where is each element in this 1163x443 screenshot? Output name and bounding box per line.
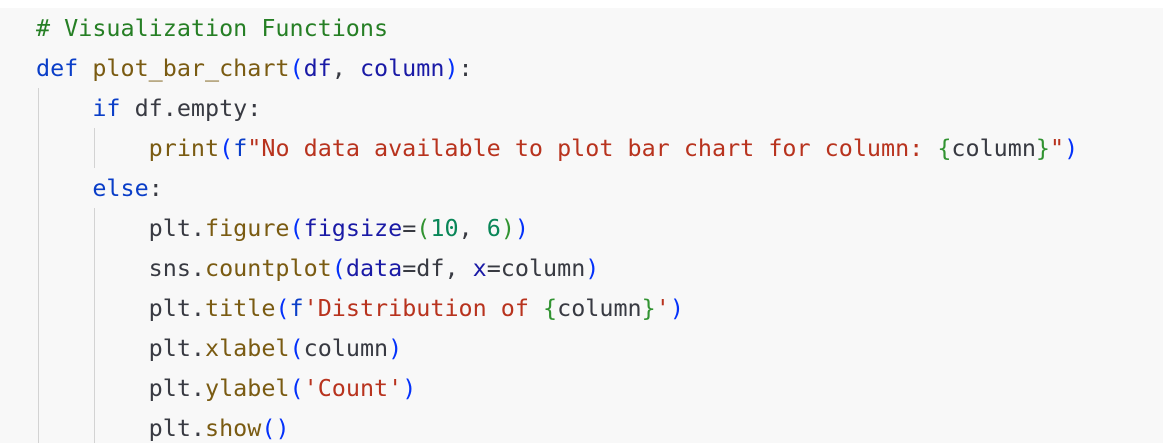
code-token: : [148, 174, 163, 202]
code-token: ) [514, 214, 529, 242]
code-token: ( [289, 214, 304, 242]
code-token: : [458, 54, 473, 82]
code-token: show [205, 414, 262, 442]
code-token: print [148, 134, 220, 162]
code-token: "No data available to plot bar chart for… [247, 134, 938, 162]
code-token: data [345, 254, 403, 282]
code-token: df.empty: [134, 94, 262, 122]
code-line-2: def plot_bar_chart(df, column): [36, 48, 473, 88]
code-token: ) [402, 374, 417, 402]
code-token: ( [289, 54, 304, 82]
code-token: ) [1064, 134, 1079, 162]
code-token: " [1050, 134, 1065, 162]
code-token: sns. [148, 254, 206, 282]
code-token: plt. [148, 414, 206, 442]
code-token: ) [275, 414, 290, 442]
code-token: ) [669, 294, 684, 322]
code-token: countplot [205, 254, 332, 282]
code-block[interactable]: # Visualization Functions def plot_bar_c… [0, 0, 1163, 443]
code-token: ( [416, 214, 431, 242]
code-token: ( [289, 374, 304, 402]
code-token: =column [486, 254, 586, 282]
top-strip [0, 0, 1163, 8]
code-token: else [92, 174, 149, 202]
code-token: } [1035, 134, 1051, 162]
code-token: f [233, 134, 248, 162]
code-token: x [472, 254, 487, 282]
code-line-7: sns.countplot(data=df, x=column) [36, 248, 600, 288]
code-token: ) [388, 334, 403, 362]
code-token: 6 [486, 214, 501, 242]
code-token: ) [585, 254, 600, 282]
code-token: df [303, 54, 332, 82]
code-token: =df, [402, 254, 473, 282]
code-token: } [641, 294, 656, 322]
code-token: column [303, 334, 389, 362]
code-token: plt. [148, 374, 206, 402]
code-token: column [359, 54, 445, 82]
code-token: def [36, 54, 93, 82]
code-token: ( [219, 134, 234, 162]
code-line-5: else: [36, 168, 163, 208]
code-line-11: plt.show() [36, 408, 290, 443]
code-token: f [289, 294, 304, 322]
code-token: plot_bar_chart [92, 54, 290, 82]
code-token: ylabel [205, 374, 290, 402]
code-token: # Visualization Functions [36, 14, 389, 42]
code-line-10: plt.ylabel('Count') [36, 368, 417, 408]
code-line-1: # Visualization Functions [36, 8, 388, 48]
code-token: { [543, 294, 558, 322]
code-token: ) [500, 214, 515, 242]
code-token: title [205, 294, 276, 322]
code-line-3: if df.empty: [36, 88, 261, 128]
code-token: figsize [303, 214, 403, 242]
code-token: 'Count' [303, 374, 403, 402]
code-line-4: print(f"No data available to plot bar ch… [36, 128, 1079, 168]
code-token: plt. [148, 294, 206, 322]
code-token: column [557, 294, 642, 322]
code-line-8: plt.title(f'Distribution of {column}') [36, 288, 684, 328]
code-line-9: plt.xlabel(column) [36, 328, 403, 368]
code-token: 'Distribution of [303, 294, 544, 322]
code-token: ) [444, 54, 459, 82]
code-token: 10 [430, 214, 459, 242]
code-token: if [92, 94, 135, 122]
code-token: ' [655, 294, 670, 322]
code-token: ( [275, 294, 290, 322]
code-token: plt. [148, 214, 206, 242]
code-token: column [951, 134, 1036, 162]
code-token: , [458, 214, 487, 242]
code-line-6: plt.figure(figsize=(10, 6)) [36, 208, 529, 248]
code-token: xlabel [205, 334, 290, 362]
code-token: ( [261, 414, 276, 442]
code-token: , [331, 54, 360, 82]
code-editor: # Visualization Functions def plot_bar_c… [0, 0, 1163, 443]
code-token: figure [205, 214, 290, 242]
code-token: plt. [148, 334, 206, 362]
code-token: = [402, 214, 417, 242]
code-token: { [937, 134, 952, 162]
code-token: ( [289, 334, 304, 362]
code-token: ( [331, 254, 346, 282]
